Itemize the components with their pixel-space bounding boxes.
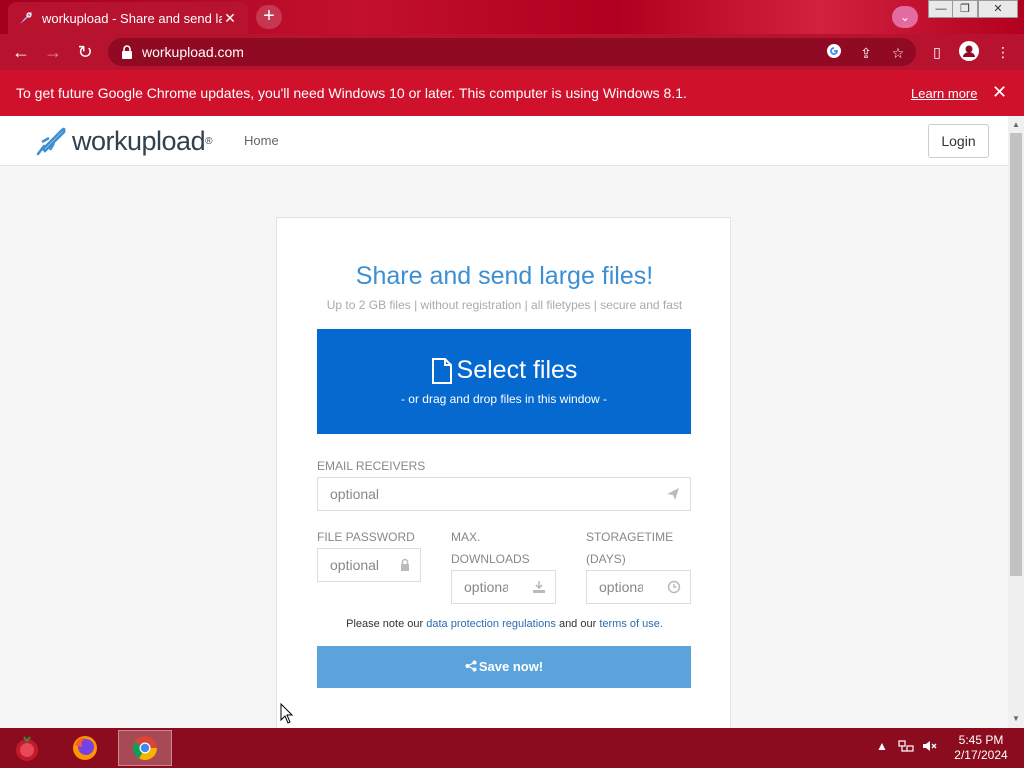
mouse-pointer-icon: [280, 703, 294, 724]
browser-toolbar: ← → ↻ workupload.com ⇪ ☆ ▯ ⋮: [0, 34, 1024, 70]
nav-home-link[interactable]: Home: [244, 133, 279, 148]
file-icon: [431, 357, 452, 384]
menu-kebab-icon[interactable]: ⋮: [992, 41, 1014, 63]
minimize-button[interactable]: —: [928, 0, 954, 18]
save-now-label: Save now!: [478, 659, 544, 674]
chrome-update-infobar: To get future Google Chrome updates, you…: [0, 70, 1024, 116]
paper-plane-icon: [667, 488, 679, 500]
max-downloads-label-line2: DOWNLOADS: [451, 552, 530, 566]
workupload-favicon-icon: [18, 10, 34, 26]
learn-more-link[interactable]: Learn more: [911, 86, 977, 101]
login-button[interactable]: Login: [928, 124, 989, 158]
window-close-button[interactable]: ✕: [978, 0, 1018, 18]
file-password-input[interactable]: optional: [317, 548, 421, 582]
terms-of-use-link[interactable]: terms of use.: [599, 618, 663, 630]
google-icon[interactable]: [824, 43, 844, 63]
select-files-button[interactable]: Select files - or drag and drop files in…: [317, 329, 691, 434]
download-icon: [533, 581, 545, 593]
clock-date: 2/17/2024: [954, 748, 1008, 762]
email-receivers-input[interactable]: optional: [317, 477, 691, 511]
upload-title: Share and send large files!: [355, 262, 654, 290]
upload-card: Share and send large files! Up to 2 GB f…: [276, 217, 731, 728]
profile-avatar-icon[interactable]: [958, 41, 980, 63]
storage-time-label-line2: (DAYS): [586, 552, 626, 566]
side-panel-icon[interactable]: ▯: [926, 41, 948, 63]
lock-field-icon: [401, 558, 409, 571]
infobar-message: To get future Google Chrome updates, you…: [16, 85, 687, 101]
volume-muted-icon[interactable]: [922, 739, 938, 756]
tab-title: workupload - Share and send large files: [42, 10, 222, 26]
save-now-button[interactable]: Save now!: [317, 646, 691, 688]
reload-icon[interactable]: ↻: [72, 40, 98, 64]
new-tab-button[interactable]: +: [256, 5, 282, 29]
address-bar[interactable]: workupload.com ⇪ ☆: [108, 38, 916, 66]
windows-taskbar: ▲ 5:45 PM 2/17/2024: [0, 728, 1024, 768]
infobar-close-icon[interactable]: ✕: [992, 82, 1007, 103]
restore-button[interactable]: ❐: [952, 0, 978, 18]
email-placeholder: optional: [330, 486, 380, 502]
firefox-taskbar-icon[interactable]: [58, 730, 112, 766]
password-placeholder: optional: [330, 557, 380, 573]
lock-icon: [122, 45, 132, 59]
browser-tab[interactable]: workupload - Share and send large files …: [8, 2, 248, 34]
upload-subtitle: Up to 2 GB files | without registration …: [326, 298, 683, 312]
tray-overflow-icon[interactable]: ▲: [876, 739, 888, 753]
email-receivers-label: EMAIL RECEIVERS: [317, 459, 426, 473]
forward-arrow-icon[interactable]: →: [40, 40, 66, 64]
rocket-logo-icon: [36, 127, 66, 156]
logo-text: workupload: [72, 125, 206, 156]
select-files-row: Select files: [317, 356, 691, 385]
logo-registered-mark: ®: [205, 135, 213, 147]
select-files-label: Select files: [456, 356, 578, 384]
bookmark-star-icon[interactable]: ☆: [888, 43, 908, 63]
network-icon[interactable]: [898, 739, 914, 756]
chrome-taskbar-icon[interactable]: [118, 730, 172, 766]
max-downloads-label-line1: MAX.: [451, 530, 481, 544]
storage-placeholder: optional: [599, 579, 643, 595]
storage-time-label-line1: STORAGETIME: [586, 530, 674, 544]
storage-time-input[interactable]: optional: [586, 570, 691, 604]
downloads-placeholder: optional: [464, 579, 508, 595]
max-downloads-input[interactable]: optional: [451, 570, 556, 604]
drag-drop-hint: - or drag and drop files in this window …: [400, 392, 608, 406]
file-password-label: FILE PASSWORD: [317, 530, 415, 544]
tab-close-icon[interactable]: ✕: [222, 10, 238, 27]
tab-search-icon[interactable]: ⌄: [892, 6, 918, 28]
note-text-1: Please note our: [346, 618, 427, 630]
legal-note: Please note our data protection regulati…: [277, 618, 732, 630]
scrollbar-thumb[interactable]: [1010, 133, 1022, 576]
clock-time: 5:45 PM: [958, 733, 1004, 747]
back-arrow-icon[interactable]: ←: [8, 40, 34, 64]
data-protection-link[interactable]: data protection regulations: [426, 618, 556, 630]
page-content: workupload ® Home Login Share and send l…: [0, 116, 1008, 728]
scroll-up-arrow-icon[interactable]: ▲: [1010, 120, 1022, 129]
taskbar-clock[interactable]: 5:45 PM 2/17/2024: [950, 733, 1012, 763]
workupload-logo[interactable]: workupload ®: [34, 124, 212, 158]
scroll-down-arrow-icon[interactable]: ▼: [1010, 714, 1022, 723]
start-button-icon[interactable]: [0, 730, 54, 766]
clock-icon: [667, 580, 681, 594]
url-text: workupload.com: [142, 44, 244, 60]
share-nodes-icon: [465, 660, 477, 672]
note-text-2: and our: [555, 618, 600, 630]
share-icon[interactable]: ⇪: [856, 43, 876, 63]
site-header: workupload ® Home Login: [0, 116, 1008, 166]
tab-strip: workupload - Share and send large files …: [0, 0, 1024, 34]
